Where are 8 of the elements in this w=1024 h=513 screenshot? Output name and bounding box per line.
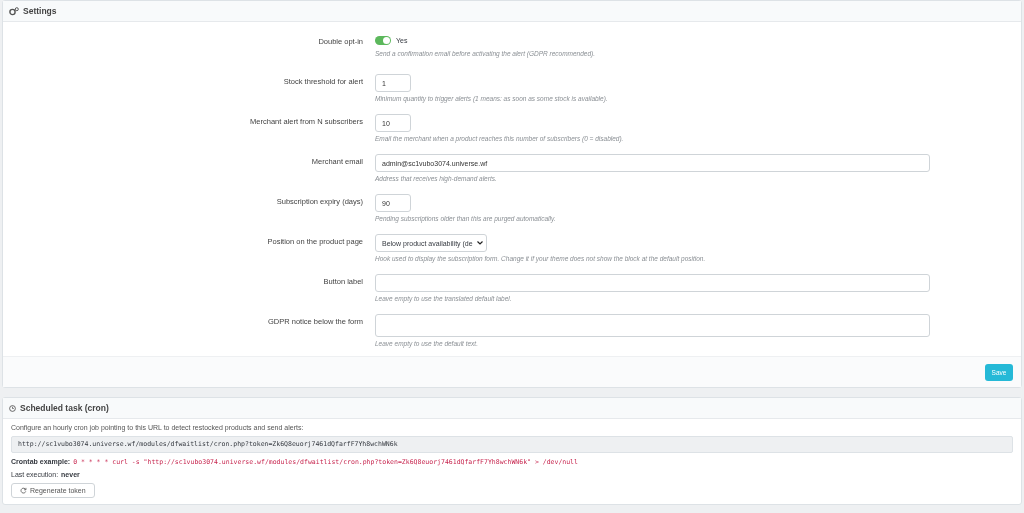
text-field[interactable] (375, 274, 930, 292)
panel-title: Scheduled task (cron) (20, 403, 109, 413)
clock-icon (9, 404, 16, 412)
refresh-icon (20, 487, 27, 494)
textarea-field[interactable] (375, 314, 930, 337)
toggle-switch[interactable] (375, 36, 391, 45)
panel-title: Settings (23, 6, 57, 16)
chevron-down-icon (477, 241, 483, 245)
